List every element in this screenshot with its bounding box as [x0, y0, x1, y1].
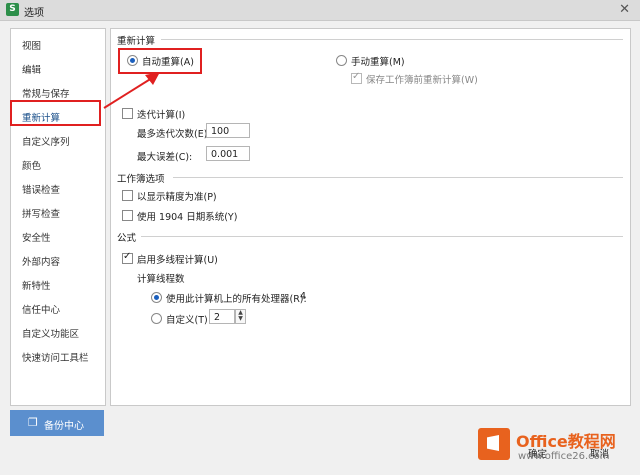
watermark-brand: Office教程网 [516, 432, 616, 451]
annotation-arrow [103, 72, 160, 109]
watermark-url: www.office26.com [518, 451, 610, 462]
office-logo-icon [478, 428, 510, 460]
office-logo-watermark: Office教程网 www.office26.com [478, 424, 638, 472]
